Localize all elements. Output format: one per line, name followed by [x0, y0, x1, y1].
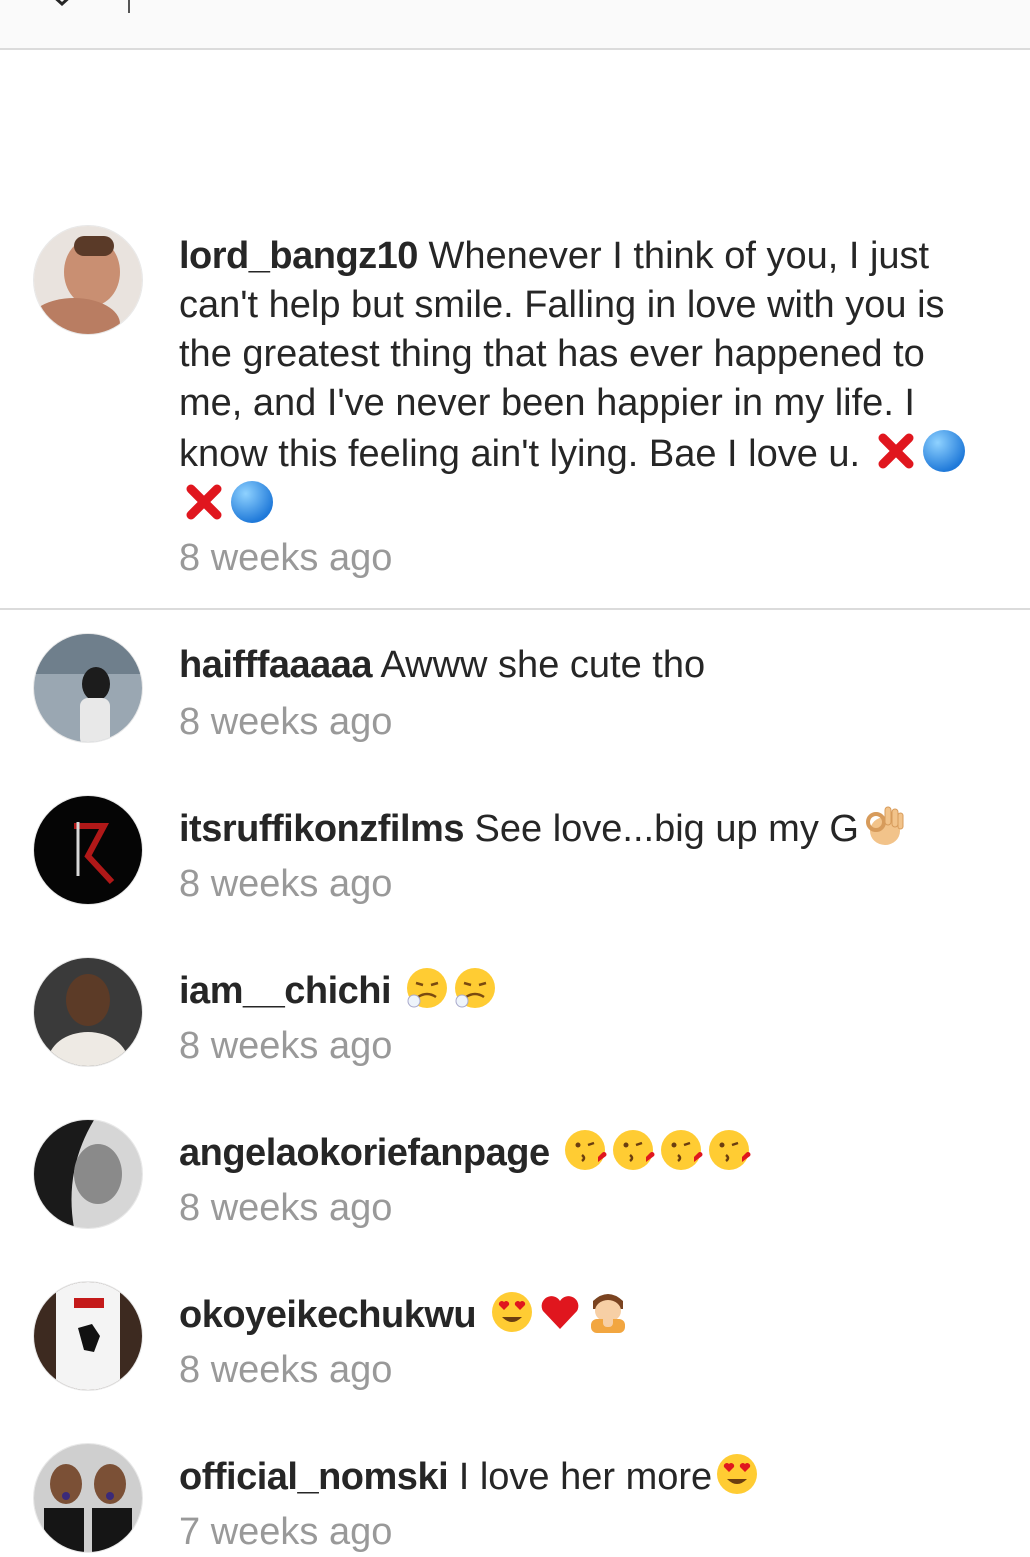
emoji-group [560, 1130, 752, 1174]
top-bar [0, 0, 1030, 50]
kissing-face-icon [562, 1127, 608, 1173]
avatar[interactable] [34, 634, 142, 742]
comment-body: iam__chichi [179, 965, 994, 1016]
person-bowing-icon [585, 1289, 631, 1335]
blue-circle-icon [229, 479, 275, 525]
kissing-face-icon [610, 1127, 656, 1173]
comment-username[interactable]: lord_bangz10 [179, 235, 418, 277]
caption: lord_bangz10 Whenever I think of you, I … [0, 226, 1030, 608]
caption-body: lord_bangz10 Whenever I think of you, I … [179, 232, 994, 530]
comment-timestamp[interactable]: 8 weeks ago [179, 860, 392, 909]
comment-username[interactable]: iam__chichi [179, 970, 392, 1012]
comment-username[interactable]: angelaokoriefanpage [179, 1132, 550, 1174]
ok-hand-icon [861, 803, 907, 849]
comment-timestamp[interactable]: 8 weeks ago [179, 534, 392, 583]
comment-timestamp[interactable]: 8 weeks ago [179, 1184, 392, 1233]
comment-body: official_nomski I love her more [179, 1451, 994, 1502]
comment-timestamp[interactable]: 8 weeks ago [179, 1346, 392, 1395]
kissing-face-icon [658, 1127, 704, 1173]
comment-username[interactable]: itsruffikonzfilms [179, 808, 464, 850]
avatar[interactable] [34, 958, 142, 1066]
comment-text: Awww she cute tho [380, 644, 706, 686]
avatar[interactable] [34, 1444, 142, 1552]
caption-divider [0, 608, 1030, 610]
comment-timestamp[interactable]: 8 weeks ago [179, 698, 392, 747]
avatar[interactable] [34, 1120, 142, 1228]
avatar[interactable] [34, 796, 142, 904]
blue-circle-icon [921, 428, 967, 474]
comment-timestamp[interactable]: 7 weeks ago [179, 1508, 392, 1557]
comment-username[interactable]: official_nomski [179, 1456, 449, 1498]
kissing-face-icon [706, 1127, 752, 1173]
avatar[interactable] [34, 1282, 142, 1390]
comment-body: angelaokoriefanpage [179, 1127, 994, 1178]
persevering-face-icon [452, 965, 498, 1011]
comment-username[interactable]: okoyeikechukwu [179, 1294, 477, 1336]
comment-body: okoyeikechukwu [179, 1289, 994, 1340]
comment-text: I love her more [458, 1456, 713, 1498]
red-heart-icon [537, 1289, 583, 1335]
chevron-down-icon[interactable] [48, 0, 76, 6]
comment-body: itsruffikonzfilms See love...big up my G [179, 803, 994, 854]
heart-eyes-face-icon [489, 1289, 535, 1335]
emoji-group [487, 1292, 631, 1336]
heart-eyes-face-icon [714, 1451, 760, 1497]
comment-timestamp[interactable]: 8 weeks ago [179, 1022, 392, 1071]
comment-text: See love...big up my G [474, 808, 859, 850]
cross-mark-icon [181, 479, 227, 525]
comment-username[interactable]: haifffaaaaa [179, 644, 373, 686]
emoji-group [402, 968, 498, 1012]
comment-body: haifffaaaaa Awww she cute tho [179, 641, 994, 690]
cross-mark-icon [873, 428, 919, 474]
avatar[interactable] [34, 226, 142, 334]
topbar-divider [128, 0, 130, 13]
persevering-face-icon [404, 965, 450, 1011]
